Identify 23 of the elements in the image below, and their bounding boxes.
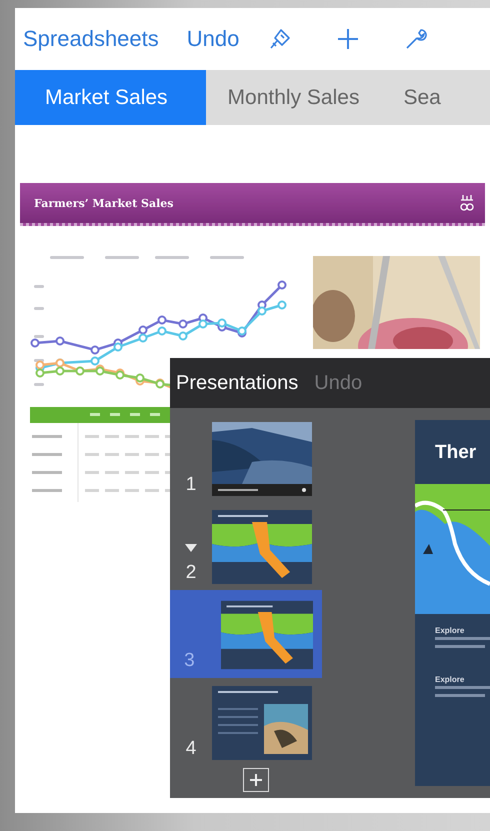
body-text-drawing — [435, 635, 490, 649]
slide-row[interactable]: 1 — [170, 414, 322, 502]
slide-number: 1 — [186, 474, 196, 496]
body-text-drawing — [435, 684, 490, 698]
table-chart-icon — [459, 194, 475, 212]
slide-heading: Explore — [434, 675, 466, 684]
slide-heading: Explore — [434, 626, 466, 635]
slide-number: 2 — [186, 562, 196, 584]
slide-number: 4 — [186, 738, 196, 760]
slide-row[interactable]: 3 — [170, 590, 322, 678]
sheet-title: Farmers’ Market Sales — [34, 196, 174, 210]
slide-title: Ther — [434, 441, 478, 465]
sheet-tab[interactable]: Monthly Sales — [206, 70, 382, 125]
sheet-tab[interactable]: Sea — [381, 70, 463, 125]
spreadsheets-back-button[interactable]: Spreadsheets — [23, 26, 159, 52]
presentations-back-button[interactable]: Presentations — [176, 372, 298, 394]
slide-row[interactable]: 4 — [170, 678, 322, 766]
add-slide-button[interactable] — [243, 768, 269, 792]
slide-row[interactable]: 2 — [170, 502, 322, 590]
plus-icon — [249, 773, 263, 787]
slide-number: 3 — [184, 650, 195, 672]
sheet-tab[interactable]: Market Sales — [15, 70, 206, 125]
undo-button[interactable]: Undo — [186, 26, 240, 52]
